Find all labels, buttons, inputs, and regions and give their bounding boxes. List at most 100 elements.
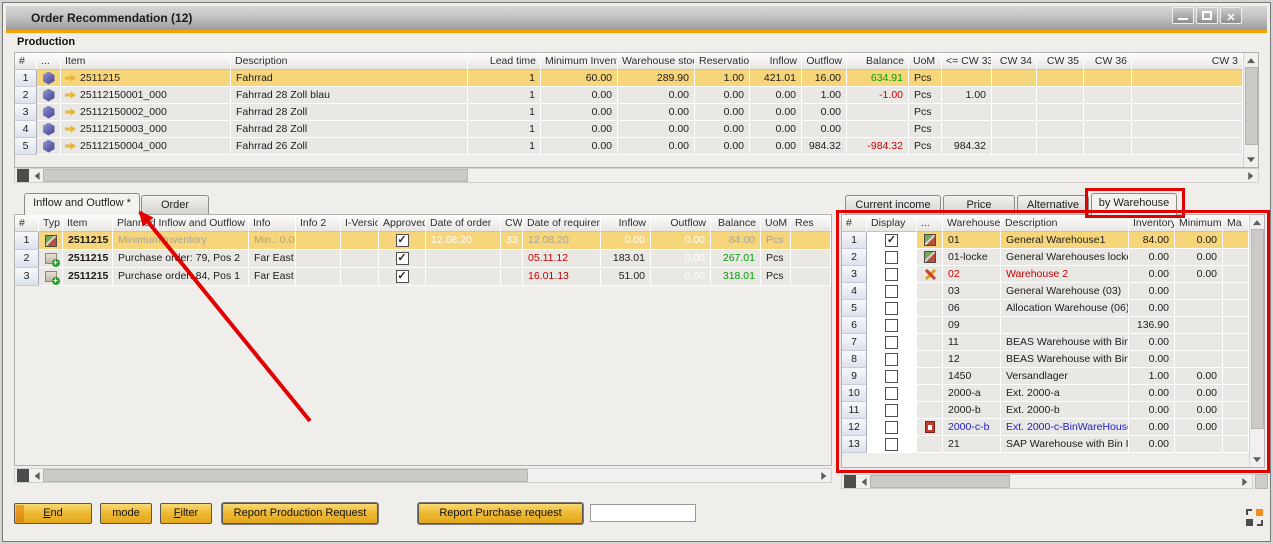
table-cell[interactable]: 0.00 [1129, 385, 1175, 402]
table-row[interactable]: 609136.90 [842, 317, 1249, 334]
table-cell[interactable]: 0.00 [750, 138, 802, 155]
table-cell[interactable]: Ext. 2000-a [1001, 385, 1129, 402]
checkbox-cell[interactable] [867, 283, 917, 300]
table-cell[interactable] [791, 250, 831, 268]
table-cell[interactable] [1175, 334, 1223, 351]
close-button[interactable]: ✕ [1220, 7, 1242, 24]
table-cell[interactable] [1223, 266, 1249, 283]
table-cell[interactable]: 267.01 [711, 250, 761, 268]
table-cell[interactable]: 289.90 [618, 70, 695, 87]
table-cell[interactable] [1223, 249, 1249, 266]
table-cell[interactable] [1037, 121, 1084, 138]
table-row[interactable]: 506Allocation Warehouse (06)0.00 [842, 300, 1249, 317]
column-header[interactable]: Inventory [1129, 215, 1175, 232]
table-cell[interactable] [1223, 368, 1249, 385]
table-cell[interactable]: 1 [842, 232, 867, 249]
table-cell[interactable] [1037, 70, 1084, 87]
column-header[interactable]: # [15, 215, 39, 232]
checkbox[interactable] [885, 319, 898, 332]
table-cell[interactable]: 2 [842, 249, 867, 266]
table-cell[interactable] [1175, 351, 1223, 368]
table-cell[interactable] [341, 268, 379, 286]
table-cell[interactable]: 01 [943, 232, 1001, 249]
scroll-down-button[interactable] [1245, 153, 1258, 167]
table-cell[interactable] [1175, 283, 1223, 300]
vscrollbar-thumb[interactable] [1251, 229, 1264, 429]
table-cell[interactable]: Pcs [909, 104, 942, 121]
table-cell[interactable]: 0.00 [1129, 300, 1175, 317]
table-cell[interactable]: 0.00 [1129, 402, 1175, 419]
table-cell[interactable] [1001, 317, 1129, 334]
scroll-left-button[interactable] [29, 169, 43, 182]
column-header[interactable]: Inflow [601, 215, 651, 232]
table-cell[interactable]: 84.00 [711, 232, 761, 250]
table-cell[interactable]: General Warehouse1 [1001, 232, 1129, 249]
table-cell[interactable]: 11 [943, 334, 1001, 351]
table-cell[interactable]: 6 [842, 317, 867, 334]
table-cell[interactable] [1223, 436, 1249, 453]
table-cell[interactable] [1037, 138, 1084, 155]
column-header[interactable]: UoM [761, 215, 791, 232]
table-row[interactable]: 812BEAS Warehouse with Bin0.00 [842, 351, 1249, 368]
table-cell[interactable]: 0.00 [618, 87, 695, 104]
table-cell[interactable]: 10 [842, 385, 867, 402]
column-header[interactable]: Item [63, 215, 113, 232]
checkbox[interactable]: ✓ [885, 234, 898, 247]
table-cell[interactable]: 183.01 [601, 250, 651, 268]
table-cell[interactable]: -984.32 [847, 138, 909, 155]
table-cell[interactable] [1132, 138, 1243, 155]
table-cell[interactable]: 0.00 [750, 121, 802, 138]
table-cell[interactable]: Warehouse 2 [1001, 266, 1129, 283]
checkbox-cell[interactable] [867, 351, 917, 368]
column-header[interactable]: Balance [847, 53, 909, 70]
table-cell[interactable] [1223, 334, 1249, 351]
table-cell[interactable] [917, 385, 943, 402]
table-cell[interactable]: 0.00 [1129, 283, 1175, 300]
table-cell[interactable] [1084, 70, 1132, 87]
column-header[interactable]: CW 3 [1132, 53, 1243, 70]
table-cell[interactable] [1084, 87, 1132, 104]
column-header[interactable]: Date of order [426, 215, 501, 232]
table-cell[interactable] [791, 268, 831, 286]
table-cell[interactable] [917, 368, 943, 385]
table-cell[interactable]: 0.00 [618, 138, 695, 155]
table-cell[interactable]: 3 [15, 268, 39, 286]
table-cell[interactable]: 0.00 [750, 87, 802, 104]
table-cell[interactable]: 0.00 [541, 87, 618, 104]
table-cell[interactable]: Ext. 2000-b [1001, 402, 1129, 419]
table-row[interactable]: 112000-bExt. 2000-b0.000.00 [842, 402, 1249, 419]
table-cell[interactable]: 0.00 [651, 250, 711, 268]
table-cell[interactable]: Purchase order: 84, Pos 1 [113, 268, 249, 286]
table-cell[interactable]: Pcs [909, 87, 942, 104]
table-cell[interactable]: Far East Ir [249, 268, 296, 286]
table-cell[interactable]: 3 [842, 266, 867, 283]
column-header[interactable]: CW [501, 215, 523, 232]
table-cell[interactable] [1223, 283, 1249, 300]
table-cell[interactable]: 984.32 [942, 138, 992, 155]
tab-order[interactable]: Order [141, 195, 209, 214]
table-row[interactable]: 302Warehouse 20.000.00 [842, 266, 1249, 283]
checkbox-cell[interactable]: ✓ [379, 268, 426, 286]
table-row[interactable]: 225112150001_000Fahrrad 28 Zoll blau10.0… [15, 87, 1243, 104]
table-cell[interactable] [917, 334, 943, 351]
scroll-up-button[interactable] [1245, 53, 1258, 67]
checkbox[interactable]: ✓ [396, 270, 409, 283]
checkbox-cell[interactable] [867, 385, 917, 402]
column-header[interactable]: Minimum [1175, 215, 1223, 232]
table-cell[interactable] [1037, 104, 1084, 121]
table-cell[interactable]: 984.32 [802, 138, 847, 155]
table-cell[interactable]: 02 [943, 266, 1001, 283]
table-cell[interactable]: 0.00 [1129, 351, 1175, 368]
footer-input[interactable] [590, 504, 696, 522]
table-cell[interactable] [296, 232, 341, 250]
table-cell[interactable] [1084, 138, 1132, 155]
column-header[interactable]: ... [37, 53, 61, 70]
table-cell[interactable]: 1 [468, 70, 541, 87]
table-row[interactable]: 122000-c-bExt. 2000-c-BinWareHouse0.000.… [842, 419, 1249, 436]
column-header[interactable]: <= CW 33 [942, 53, 992, 70]
scroll-right-button[interactable] [1238, 475, 1252, 488]
table-cell[interactable]: 1.00 [942, 87, 992, 104]
table-cell[interactable]: Fahrrad [231, 70, 468, 87]
table-cell[interactable]: 2511215 [63, 232, 113, 250]
table-cell[interactable]: Pcs [761, 250, 791, 268]
